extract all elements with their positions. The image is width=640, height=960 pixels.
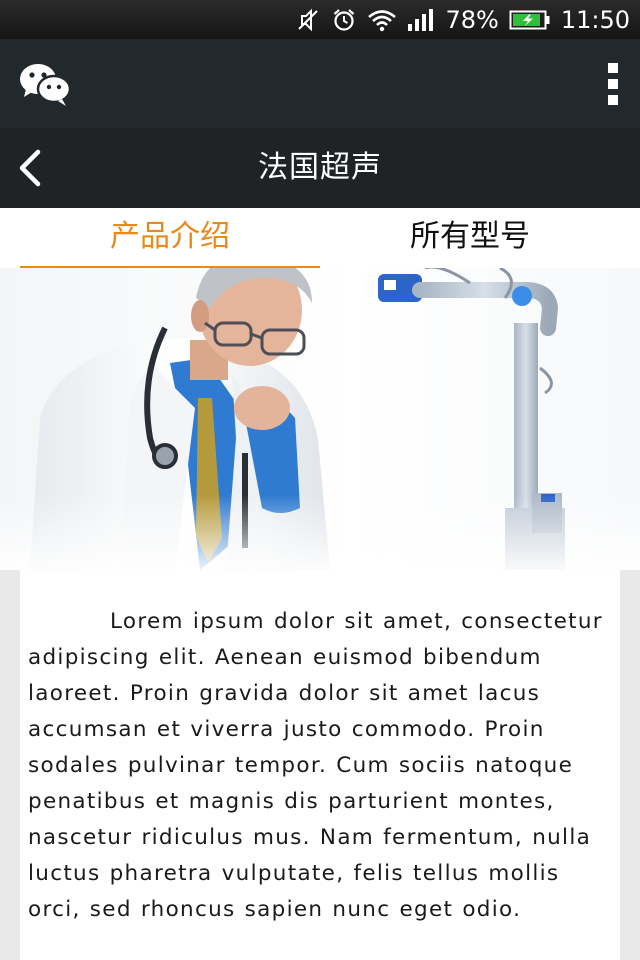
status-icons: 78% 11:50 <box>295 0 630 39</box>
wifi-icon <box>367 7 397 33</box>
status-bar: 78% 11:50 <box>0 0 640 39</box>
hero-image <box>0 268 640 570</box>
tab-product-intro[interactable]: 产品介绍 <box>20 208 320 268</box>
more-vertical-icon[interactable] <box>608 63 620 105</box>
tab-all-models[interactable]: 所有型号 <box>320 208 620 266</box>
product-description-card: Lorem ipsum dolor sit amet, consectetur … <box>20 570 620 960</box>
tab-bar: 产品介绍 所有型号 <box>0 208 640 268</box>
battery-percent: 78% <box>445 5 499 34</box>
signal-icon <box>407 7 435 33</box>
wechat-logo-icon <box>18 61 72 111</box>
battery-charging-icon <box>509 8 551 32</box>
alarm-icon <box>331 7 357 33</box>
page-title: 法国超声 <box>258 150 382 185</box>
mute-icon <box>295 7 321 33</box>
clock: 11:50 <box>560 5 630 34</box>
title-bar: 法国超声 <box>0 128 640 208</box>
product-description-text: Lorem ipsum dolor sit amet, consectetur … <box>28 609 603 922</box>
wechat-header <box>0 39 640 128</box>
